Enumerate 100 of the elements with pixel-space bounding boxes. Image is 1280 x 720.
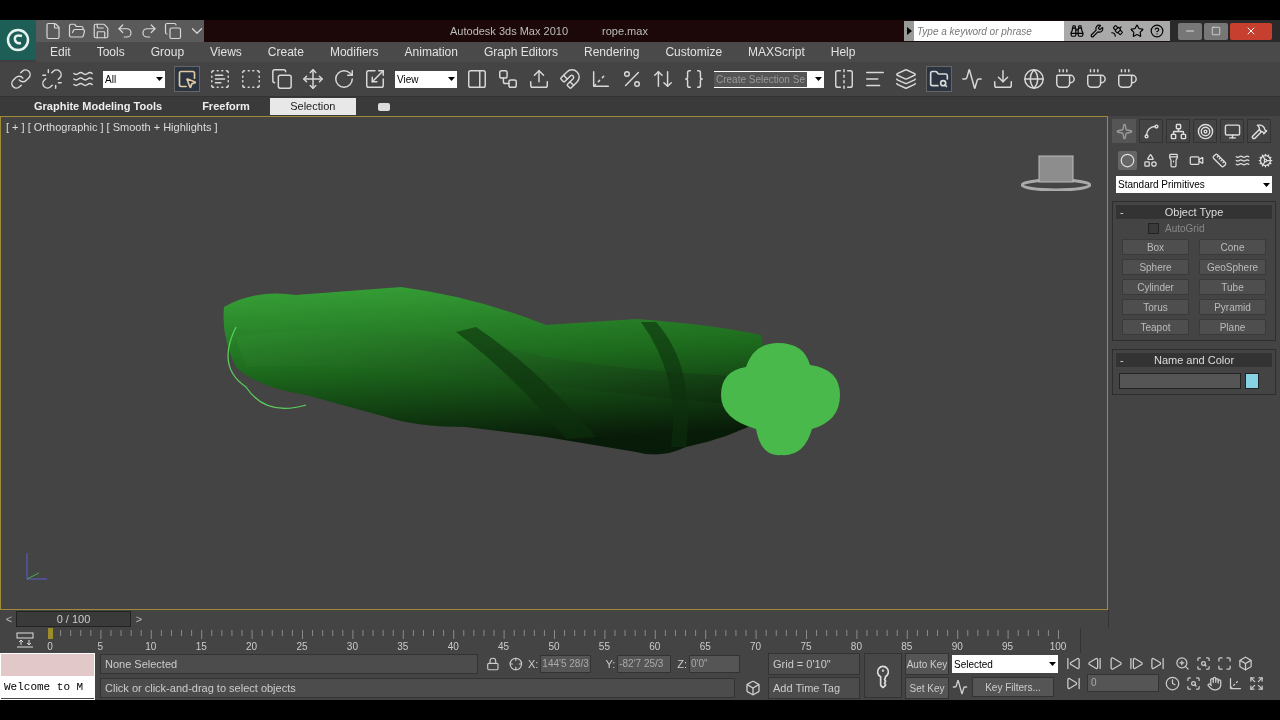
upload-icon[interactable]	[528, 68, 550, 90]
viewcube-icon[interactable]	[1021, 153, 1091, 191]
selection-filter-dropdown[interactable]: All	[103, 70, 165, 88]
time-configuration-icon[interactable]	[1165, 675, 1180, 691]
next-frame-button[interactable]: >	[132, 612, 146, 626]
zoom-icon[interactable]	[1175, 656, 1190, 671]
teapot-icon[interactable]	[1054, 68, 1076, 90]
move-icon[interactable]	[302, 68, 324, 90]
dashed-square-icon[interactable]	[240, 68, 262, 90]
maximize-button[interactable]	[1204, 22, 1228, 40]
command-panel-tab[interactable]	[1220, 119, 1244, 143]
primitive-button[interactable]: Cylinder	[1122, 279, 1189, 295]
category-button[interactable]	[1141, 151, 1160, 170]
tangent-icon[interactable]	[952, 679, 968, 695]
lock-icon[interactable]	[485, 657, 500, 671]
pan-icon[interactable]	[1207, 675, 1222, 691]
key-mode-dropdown[interactable]: Selected	[952, 655, 1058, 673]
angle-icon[interactable]	[590, 68, 612, 90]
name-field[interactable]	[1119, 373, 1241, 389]
rollout-header[interactable]: - Object Type	[1116, 205, 1272, 219]
menu-item[interactable]: Customize	[665, 43, 723, 61]
zoom-all-icon[interactable]	[1196, 656, 1211, 671]
category-button[interactable]	[1210, 151, 1229, 170]
autogrid-checkbox[interactable]	[1148, 223, 1159, 234]
go-to-end-icon[interactable]	[1150, 656, 1165, 671]
primitive-button[interactable]: Teapot	[1122, 319, 1189, 335]
rotate-icon[interactable]	[333, 68, 355, 90]
mirror-icon[interactable]	[833, 68, 855, 90]
unlink-icon[interactable]	[41, 68, 63, 90]
curve-icon[interactable]	[961, 68, 983, 90]
menu-item[interactable]: Graph Editors	[483, 43, 558, 61]
caret-icon[interactable]	[1263, 182, 1270, 187]
app-logo-button[interactable]	[0, 20, 36, 60]
scale-icon[interactable]	[364, 68, 386, 90]
go-to-start-icon[interactable]	[1066, 656, 1081, 671]
command-panel-tab[interactable]	[1166, 119, 1190, 143]
zoom-region-icon[interactable]	[1186, 675, 1201, 691]
curve-editor-icon[interactable]	[15, 631, 35, 650]
color-swatch[interactable]	[1245, 373, 1259, 389]
category-button[interactable]	[1118, 151, 1137, 170]
menu-item[interactable]: Edit	[50, 43, 71, 61]
braces-icon[interactable]	[683, 68, 705, 90]
percent-icon[interactable]	[621, 68, 643, 90]
menu-item[interactable]: Tools	[96, 43, 125, 61]
previous-frame-icon[interactable]	[1087, 656, 1102, 671]
explorer-button[interactable]	[926, 66, 952, 92]
text-select-icon[interactable]	[209, 68, 231, 90]
panel-icon[interactable]	[466, 68, 488, 90]
project-icon[interactable]	[164, 22, 182, 40]
transform-mode-icon[interactable]	[509, 657, 523, 671]
primitive-button[interactable]: Torus	[1122, 299, 1189, 315]
primitive-button[interactable]: Cone	[1199, 239, 1266, 255]
primitive-button[interactable]: GeoSphere	[1199, 259, 1266, 275]
command-panel-tab[interactable]	[1247, 119, 1271, 143]
next-frame-icon[interactable]	[1129, 656, 1144, 671]
close-button[interactable]	[1230, 22, 1272, 40]
link-icon[interactable]	[10, 68, 32, 90]
caret-icon[interactable]	[448, 77, 455, 81]
copy-icon[interactable]	[271, 68, 293, 90]
viewport[interactable]: [ + ] [ Orthographic ] [ Smooth + Highlights ]	[0, 116, 1108, 610]
binoculars-icon[interactable]	[1070, 24, 1084, 38]
caret-icon[interactable]	[815, 77, 822, 81]
menu-item[interactable]: Views	[210, 43, 242, 61]
viewport-label[interactable]: [ + ] [ Orthographic ] [ Smooth + Highlights ]	[6, 119, 218, 136]
redo-icon[interactable]	[140, 22, 158, 40]
teapot-icon[interactable]	[1085, 68, 1107, 90]
star-icon[interactable]	[1130, 24, 1144, 38]
menu-item[interactable]: Group	[150, 43, 185, 61]
zoom-extents-icon[interactable]	[1217, 656, 1232, 671]
magnet-icon[interactable]	[559, 68, 581, 90]
prev-frame-button[interactable]: <	[2, 612, 16, 626]
set-key-mode-button[interactable]: Set Key	[905, 677, 949, 699]
menu-item[interactable]: Rendering	[584, 43, 640, 61]
listener-input[interactable]: Welcome to M	[1, 676, 94, 698]
new-file-icon[interactable]	[44, 22, 62, 40]
menu-item[interactable]: Help	[830, 43, 856, 61]
caret-icon[interactable]	[1049, 662, 1056, 666]
help-icon[interactable]	[1150, 24, 1164, 38]
primitive-button[interactable]: Pyramid	[1199, 299, 1266, 315]
primitive-button[interactable]: Plane	[1199, 319, 1266, 335]
primitive-button[interactable]: Box	[1122, 239, 1189, 255]
auto-key-button[interactable]: Auto Key	[905, 653, 949, 675]
category-button[interactable]	[1256, 151, 1275, 170]
add-time-tag[interactable]: Add Time Tag	[768, 677, 860, 699]
caret-icon[interactable]	[156, 77, 163, 81]
menu-item[interactable]: Modifiers	[329, 43, 379, 61]
search-field[interactable]: Type a keyword or phrase	[914, 21, 1064, 41]
primitive-button[interactable]: Sphere	[1122, 259, 1189, 275]
frame-marker[interactable]	[48, 628, 53, 639]
object-category-dropdown[interactable]: Standard Primitives	[1116, 176, 1272, 193]
key-filters-button[interactable]: Key Filters...	[972, 677, 1054, 697]
primitive-button[interactable]: Tube	[1199, 279, 1266, 295]
layers-icon[interactable]	[895, 68, 917, 90]
ribbon-menu-icon[interactable]	[377, 102, 390, 111]
command-panel-tab[interactable]	[1193, 119, 1217, 143]
time-slider-thumb[interactable]: 0 / 100	[16, 611, 131, 627]
cube-icon[interactable]	[745, 680, 761, 696]
maximize-viewport-icon[interactable]	[1249, 675, 1264, 691]
ribbon-tab[interactable]: Freeform	[182, 98, 270, 115]
save-icon[interactable]	[92, 22, 110, 40]
